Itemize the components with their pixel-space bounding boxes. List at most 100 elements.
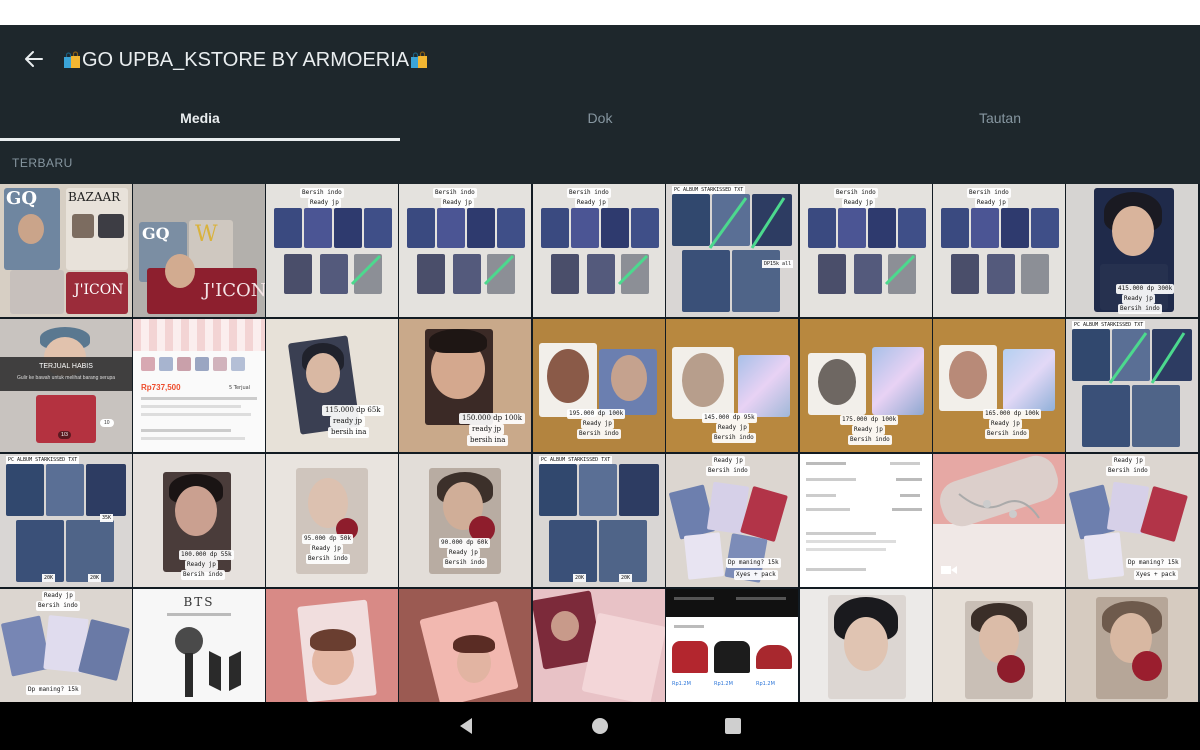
note-label: 90.000 dp 60k: [439, 538, 490, 548]
note-label: Ready jp: [447, 548, 480, 558]
note-label: 20K: [619, 574, 633, 582]
note-label: Ready jp: [842, 198, 875, 208]
note-label: Ready jp: [1122, 294, 1155, 304]
product-price: Rp737,500: [141, 383, 181, 392]
media-thumb[interactable]: Bersih indo Ready jp: [266, 184, 398, 317]
nav-home-button[interactable]: [588, 714, 612, 738]
media-thumb[interactable]: TERJUAL HABIS Gulir ke bawah untuk melih…: [0, 319, 132, 452]
media-thumb[interactable]: 150.000 dp 100k ready jp bersih ina: [399, 319, 531, 452]
note-label: Ready jp: [989, 419, 1022, 429]
magazine-label: J'ICON: [74, 282, 124, 298]
nav-back-icon: [460, 718, 472, 734]
note-label: 20K: [42, 574, 56, 582]
note-label: Bersih indo: [967, 188, 1011, 198]
note-label: Dp maning? 15k: [26, 685, 81, 695]
back-button[interactable]: [14, 39, 54, 79]
note-label: Bersih indo: [1118, 304, 1162, 314]
note-label: bersih ina: [467, 435, 509, 446]
media-thumb[interactable]: GQ BAZAAR J'ICON: [0, 184, 132, 317]
media-thumb[interactable]: Bersih indo Ready jp: [399, 184, 531, 317]
media-thumb[interactable]: [800, 454, 932, 587]
media-thumb[interactable]: PC ALBUM STARKISSED TXT DP15k all: [666, 184, 798, 317]
media-thumb[interactable]: 145.000 dp 95k Ready jp Bersih indo: [666, 319, 798, 452]
shopping-bags-icon: [411, 51, 428, 68]
status-bar: [0, 0, 1200, 25]
nav-recents-button[interactable]: [721, 714, 745, 738]
media-thumb[interactable]: PC ALBUM STARKISSED TXT 20K 20K 35K: [0, 454, 132, 587]
media-thumb[interactable]: Bersih indo Ready jp: [533, 184, 665, 317]
note-label: DP15k all: [762, 260, 794, 268]
note-label: Ready jp: [185, 560, 218, 570]
media-thumb[interactable]: PC ALBUM STARKISSED TXT: [1066, 319, 1198, 452]
product-price: Rp1.2M: [714, 681, 733, 687]
product-price: Rp1.2M: [756, 681, 775, 687]
note-label: Bersih indo: [36, 601, 80, 611]
media-thumb[interactable]: [933, 589, 1065, 702]
tab-dok[interactable]: Dok: [400, 95, 800, 141]
media-thumb[interactable]: Ready jp Bersih indo Dp maning? 15k Xyes…: [666, 454, 798, 587]
note-label: ready jp: [330, 416, 365, 427]
note-label: 195.000 dp 100k: [567, 409, 626, 419]
media-thumb[interactable]: [933, 454, 1065, 587]
media-thumb[interactable]: [533, 589, 665, 702]
media-thumb[interactable]: Ready jp Bersih indo Dp maning? 15k Xyes…: [1066, 454, 1198, 587]
arrow-back-icon: [25, 51, 43, 67]
note-label: Ready jp: [575, 198, 608, 208]
note-label: 20K: [573, 574, 587, 582]
chat-title: GO UPBA_KSTORE BY ARMOERIA: [62, 47, 429, 73]
like-count: 10: [100, 419, 114, 427]
media-thumb[interactable]: BTS: [133, 589, 265, 702]
note-label: Bersih indo: [706, 466, 750, 476]
tab-media[interactable]: Media: [0, 95, 400, 141]
media-thumb[interactable]: 415.000 dp 300k Ready jp Bersih indo: [1066, 184, 1198, 317]
media-thumb[interactable]: 165.000 dp 100k Ready jp Bersih indo: [933, 319, 1065, 452]
nav-recents-icon: [725, 718, 741, 734]
note-label: 35K: [100, 514, 114, 522]
nav-home-icon: [592, 718, 608, 734]
media-thumb[interactable]: 175.000 dp 100k Ready jp Bersih indo: [800, 319, 932, 452]
media-thumb[interactable]: Rp1.2M Rp1.2M Rp1.2M: [666, 589, 798, 702]
note-label: Ready jp: [1112, 456, 1145, 466]
magazine-label: GQ: [6, 188, 38, 209]
note-label: bersih ina: [328, 427, 370, 438]
note-label: Xyes + pack: [734, 570, 778, 580]
note-label: Bersih indo: [834, 188, 878, 198]
media-thumb[interactable]: [800, 589, 932, 702]
media-thumb[interactable]: 100.000 dp 55k Ready jp Bersih indo: [133, 454, 265, 587]
note-label: Bersih indo: [300, 188, 344, 198]
note-label: Bersih indo: [567, 188, 611, 198]
media-thumb[interactable]: Rp737,500 5 Terjual: [133, 319, 265, 452]
note-label: Bersih indo: [443, 558, 487, 568]
section-header: TERBARU: [0, 141, 1200, 184]
note-label: PC ALBUM STARKISSED TXT: [539, 456, 613, 464]
note-label: Dp maning? 15k: [726, 558, 781, 568]
media-thumb[interactable]: 195.000 dp 100k Ready jp Bersih indo: [533, 319, 665, 452]
media-thumb[interactable]: 90.000 dp 60k Ready jp Bersih indo: [399, 454, 531, 587]
media-thumb[interactable]: Ready jp Bersih indo Dp maning? 15k: [0, 589, 132, 702]
tab-tautan[interactable]: Tautan: [800, 95, 1200, 141]
note-label: Bersih indo: [433, 188, 477, 198]
note-label: Xyes + pack: [1134, 570, 1178, 580]
note-label: Bersih indo: [181, 570, 225, 580]
magazine-label: J'ICON: [203, 280, 265, 301]
magazine-label: GQ: [142, 224, 170, 243]
media-thumb[interactable]: [1066, 589, 1198, 702]
note-label: ready jp: [469, 424, 504, 435]
note-label: 165.000 dp 100k: [983, 409, 1042, 419]
media-thumb[interactable]: Bersih indo Ready jp: [933, 184, 1065, 317]
note-label: Ready jp: [975, 198, 1008, 208]
note-label: 95.000 dp 50k: [302, 534, 353, 544]
media-thumb[interactable]: [266, 589, 398, 702]
media-thumb[interactable]: [399, 589, 531, 702]
media-thumb[interactable]: PC ALBUM STARKISSED TXT 20K 20K: [533, 454, 665, 587]
note-label: 175.000 dp 100k: [840, 415, 899, 425]
media-thumb[interactable]: GQ W J'ICON: [133, 184, 265, 317]
note-label: 415.000 dp 300k: [1116, 284, 1175, 294]
media-thumb[interactable]: 115.000 dp 65k ready jp bersih ina: [266, 319, 398, 452]
media-thumb[interactable]: 95.000 dp 50k Ready jp Bersih indo: [266, 454, 398, 587]
note-label: Bersih indo: [1106, 466, 1150, 476]
chat-title-text: GO UPBA_KSTORE BY ARMOERIA: [82, 48, 410, 71]
nav-back-button[interactable]: [454, 714, 478, 738]
sold-out-hint: Gulir ke bawah untuk melihat barang seru…: [16, 375, 116, 381]
media-thumb[interactable]: Bersih indo Ready jp: [800, 184, 932, 317]
